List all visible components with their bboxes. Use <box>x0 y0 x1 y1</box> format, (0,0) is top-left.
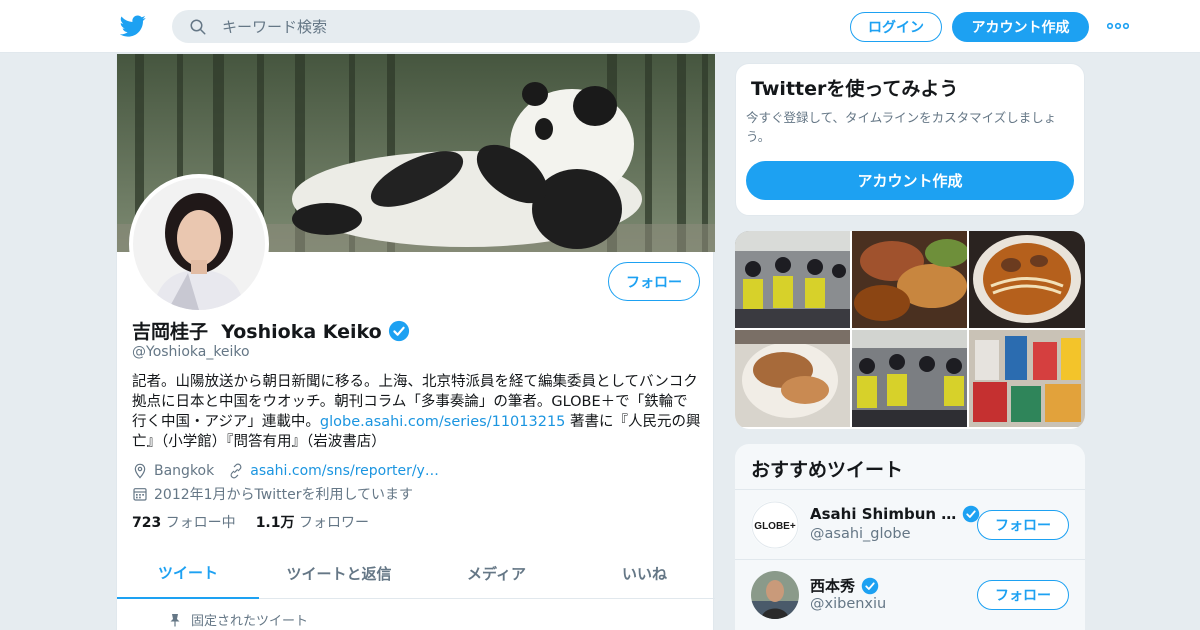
media-thumbnail[interactable] <box>969 330 1085 427</box>
signup-card: Twitterを使ってみよう 今すぐ登録して、タイムラインをカスタマイズしましょ… <box>735 63 1085 216</box>
signup-card-button[interactable]: アカウント作成 <box>746 161 1074 200</box>
calendar-icon <box>133 488 147 501</box>
profile-tabs: ツイート ツイートと返信 メディア いいね <box>117 548 715 599</box>
recommended-user-row[interactable]: 西本秀 @xibenxiu フォロー <box>735 559 1085 628</box>
tab-tweets-and-replies[interactable]: ツイートと返信 <box>259 548 419 599</box>
follow-button[interactable]: フォロー <box>977 580 1069 610</box>
tab-tweets[interactable]: ツイート <box>117 548 259 599</box>
recommended-user-row[interactable]: GLOBE+ Asahi Shimbun … @asahi_globe フォロー <box>735 489 1085 558</box>
media-thumbnail[interactable] <box>735 231 850 328</box>
user-avatar[interactable] <box>751 571 799 619</box>
search-icon <box>190 19 206 35</box>
pinned-text: 固定されたツイート <box>191 614 309 629</box>
follow-button[interactable]: フォロー <box>608 262 700 301</box>
user-name: 西本秀 <box>810 575 879 596</box>
profile-column: フォロー 吉岡桂子 Yoshioka Keiko @Yoshioka_keiko… <box>116 54 715 630</box>
recommended-title: おすすめツイート <box>751 459 904 481</box>
media-thumbnail[interactable] <box>852 330 967 427</box>
more-options-icon[interactable] <box>1107 19 1129 33</box>
twitter-bird-icon[interactable] <box>120 13 146 39</box>
avatar-logo-text: GLOBE+ <box>754 521 796 532</box>
pinned-tweet-label: 固定されたツイート <box>169 610 308 629</box>
signup-card-title: Twitterを使ってみよう <box>751 78 959 100</box>
profile-join-date: 2012年1月からTwitterを利用しています <box>132 484 413 504</box>
location-icon <box>134 463 146 479</box>
media-thumbnail[interactable] <box>852 231 967 328</box>
joined-text: 2012年1月からTwitterを利用しています <box>154 487 414 503</box>
tab-media[interactable]: メディア <box>419 548 574 599</box>
signup-button[interactable]: アカウント作成 <box>952 12 1089 42</box>
search-input[interactable] <box>222 10 682 43</box>
followers-stat[interactable]: 1.1万 フォロワー <box>256 512 369 532</box>
following-label: フォロー中 <box>165 515 236 531</box>
user-name-text: 西本秀 <box>810 577 856 595</box>
profile-name-text: 吉岡桂子 Yoshioka Keiko <box>132 321 382 343</box>
recommended-tweets-card: おすすめツイート GLOBE+ Asahi Shimbun … @asahi_g… <box>735 444 1085 630</box>
followers-count: 1.1万 <box>255 515 295 531</box>
signup-card-text: 今すぐ登録して、タイムラインをカスタマイズしましょう。 <box>746 110 1057 144</box>
profile-name: 吉岡桂子 Yoshioka Keiko <box>132 317 410 344</box>
profile-meta: Bangkok asahi.com/sns/reporter/y… <box>132 463 439 479</box>
media-thumbnail[interactable] <box>969 231 1085 328</box>
link-icon <box>230 463 242 479</box>
user-name-text: Asahi Shimbun … <box>810 505 957 523</box>
profile-avatar[interactable] <box>129 174 269 314</box>
following-count: 723 <box>132 515 162 531</box>
search-box[interactable] <box>172 10 700 43</box>
user-handle: @asahi_globe <box>810 526 911 542</box>
pin-icon <box>170 613 180 626</box>
login-button[interactable]: ログイン <box>850 12 942 42</box>
profile-location: Bangkok <box>154 463 215 479</box>
profile-bio: 記者。山陽放送から朝日新聞に移る。上海、北京特派員を経て編集委員としてバンコク拠… <box>132 372 702 452</box>
media-thumbnail[interactable] <box>735 330 850 427</box>
followers-label: フォロワー <box>298 515 369 531</box>
user-handle: @xibenxiu <box>810 596 887 612</box>
verified-badge-icon <box>388 320 409 341</box>
profile-website-link[interactable]: asahi.com/sns/reporter/y… <box>250 463 439 479</box>
bio-link[interactable]: globe.asahi.com/series/11013215 <box>320 414 565 430</box>
profile-stats: 723 フォロー中 1.1万 フォロワー <box>132 512 369 532</box>
media-grid <box>735 231 1085 429</box>
tab-likes[interactable]: いいね <box>574 548 715 599</box>
user-avatar[interactable]: GLOBE+ <box>751 501 799 549</box>
top-navigation-bar: ログイン アカウント作成 <box>0 0 1200 53</box>
following-stat[interactable]: 723 フォロー中 <box>132 512 236 532</box>
user-name: Asahi Shimbun … <box>810 505 980 523</box>
follow-button[interactable]: フォロー <box>977 510 1069 540</box>
verified-badge-icon <box>861 577 879 594</box>
profile-handle: @Yoshioka_keiko <box>132 344 250 360</box>
